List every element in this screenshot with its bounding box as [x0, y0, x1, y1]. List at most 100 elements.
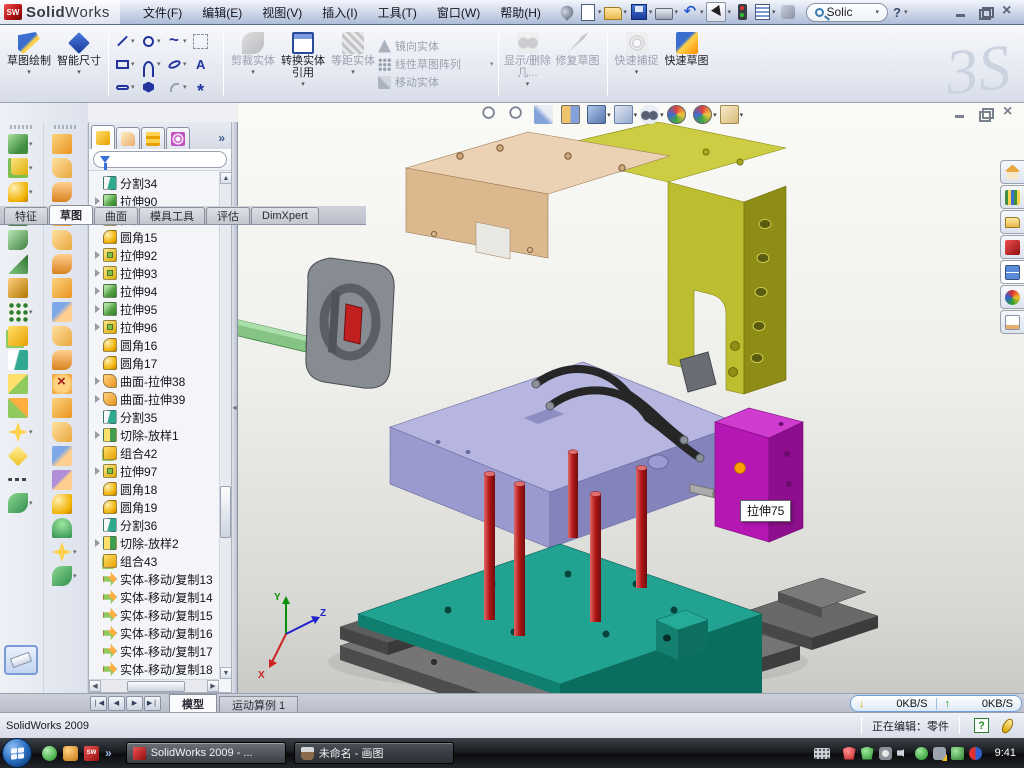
- view-tool-dropdown-icon[interactable]: [634, 111, 638, 119]
- sketch-entity-button[interactable]: [193, 76, 217, 99]
- menu-item[interactable]: 工具(T): [369, 1, 426, 24]
- tree-item[interactable]: 分割34: [89, 174, 219, 192]
- view-tool-button[interactable]: [640, 105, 664, 124]
- expand-arrow-icon[interactable]: [95, 395, 100, 403]
- pin-icon[interactable]: [558, 3, 576, 21]
- entity-dropdown-icon[interactable]: [157, 60, 161, 68]
- tree-horizontal-scrollbar[interactable]: ◀ ▶: [89, 679, 219, 692]
- tab-configuration-manager[interactable]: [141, 127, 165, 149]
- tree-item[interactable]: 实体-移动/复制17: [89, 642, 219, 660]
- surface-tool-button[interactable]: [50, 229, 81, 251]
- tree-item[interactable]: 实体-移动/复制16: [89, 624, 219, 642]
- sketch-entity-button[interactable]: [193, 30, 217, 53]
- save-icon[interactable]: [631, 4, 647, 20]
- tree-item[interactable]: 拉伸97: [89, 462, 219, 480]
- entity-dropdown-icon[interactable]: [157, 37, 161, 45]
- feature-tool-button[interactable]: [6, 373, 37, 395]
- restore-button[interactable]: [976, 5, 993, 20]
- sketch-entity-button[interactable]: [141, 30, 165, 53]
- study-tab[interactable]: 运动算例 1: [219, 696, 298, 712]
- menu-item[interactable]: 视图(V): [253, 1, 311, 24]
- surface-tool-button[interactable]: [50, 445, 81, 467]
- expand-arrow-icon[interactable]: [95, 467, 100, 475]
- expand-arrow-icon[interactable]: [95, 377, 100, 385]
- tab-toolbox[interactable]: [1000, 235, 1024, 259]
- tab-property-manager[interactable]: [116, 127, 140, 149]
- tray-antivirus-icon[interactable]: [843, 747, 856, 760]
- convert-entities-button[interactable]: 转换实体引用: [278, 28, 328, 100]
- tree-item[interactable]: 分割36: [89, 516, 219, 534]
- keyboard-layout-icon[interactable]: [814, 748, 830, 759]
- new-document-icon[interactable]: [581, 4, 595, 21]
- tray-msn-icon[interactable]: [969, 747, 982, 760]
- tray-network-warning-icon[interactable]: [933, 747, 946, 760]
- taskbar-window-button[interactable]: 未命名 - 画图: [294, 742, 454, 764]
- tree-item[interactable]: 分割35: [89, 408, 219, 426]
- surface-tool-button[interactable]: [50, 253, 81, 275]
- close-button[interactable]: [999, 5, 1016, 20]
- taskbar-window-button[interactable]: SolidWorks 2009 - ...: [126, 742, 286, 764]
- tab-feature-manager[interactable]: [91, 125, 115, 149]
- quick-launch-solidworks-icon[interactable]: SW: [84, 746, 99, 761]
- tray-update-icon[interactable]: [879, 747, 892, 760]
- open-dropdown-icon[interactable]: [623, 8, 627, 16]
- surface-tool-button[interactable]: [50, 301, 81, 323]
- surface-tool-button[interactable]: [50, 181, 81, 203]
- tree-item[interactable]: 圆角16: [89, 336, 219, 354]
- quick-launch-app-icon[interactable]: [63, 746, 78, 761]
- help-dropdown-icon[interactable]: [904, 8, 908, 16]
- tool-dropdown-icon[interactable]: [73, 548, 79, 556]
- menu-item[interactable]: 文件(F): [134, 1, 191, 24]
- view-tool-button[interactable]: [508, 105, 532, 124]
- view-tool-button[interactable]: [667, 105, 691, 124]
- view-tool-dropdown-icon[interactable]: [660, 111, 664, 119]
- instant3d-button[interactable]: [4, 645, 38, 675]
- tray-messenger-icon[interactable]: [915, 747, 928, 760]
- select-dropdown-icon[interactable]: [727, 8, 731, 16]
- entity-dropdown-icon[interactable]: [183, 60, 187, 68]
- select-arrow-icon[interactable]: [706, 2, 726, 22]
- tree-item[interactable]: 实体-移动/复制15: [89, 606, 219, 624]
- previous-study-button[interactable]: [108, 696, 125, 711]
- feature-tool-button[interactable]: [6, 325, 37, 347]
- surface-tool-button[interactable]: [50, 421, 81, 443]
- print-dropdown-icon[interactable]: [674, 8, 678, 16]
- graphics-viewport[interactable]: Y Z X 拉伸75: [238, 103, 1024, 693]
- horizontal-scroll-thumb[interactable]: [127, 681, 185, 692]
- view-tool-button[interactable]: [481, 105, 505, 124]
- minimize-button[interactable]: [953, 5, 970, 20]
- feature-tool-button[interactable]: [6, 492, 37, 514]
- rebuild-icon[interactable]: [738, 4, 747, 20]
- surface-tool-button[interactable]: [50, 541, 81, 563]
- tree-item[interactable]: 实体-移动/复制18: [89, 660, 219, 678]
- expand-arrow-icon[interactable]: [95, 539, 100, 547]
- expand-arrow-icon[interactable]: [95, 251, 100, 259]
- surface-tool-button[interactable]: [50, 493, 81, 515]
- feature-tool-button[interactable]: [6, 253, 37, 275]
- tray-volume-icon[interactable]: [897, 747, 910, 760]
- expand-arrow-icon[interactable]: [95, 197, 100, 205]
- tree-item[interactable]: 拉伸93: [89, 264, 219, 282]
- quick-launch-messenger-icon[interactable]: [42, 746, 57, 761]
- tree-item[interactable]: 拉伸95: [89, 300, 219, 318]
- ejector-rod-part[interactable]: [238, 318, 306, 352]
- insert-block-part[interactable]: [306, 258, 394, 388]
- tree-item[interactable]: 实体-移动/复制13: [89, 570, 219, 588]
- convert-dropdown-icon[interactable]: [301, 80, 305, 88]
- feature-tool-button[interactable]: [6, 157, 37, 179]
- tool-dropdown-icon[interactable]: [29, 308, 35, 316]
- appearance-icon[interactable]: [781, 5, 795, 19]
- tab-dimxpert-manager[interactable]: [166, 127, 190, 149]
- tree-item[interactable]: 拉伸94: [89, 282, 219, 300]
- feature-tool-button[interactable]: [6, 397, 37, 419]
- tree-item[interactable]: 实体-移动/复制14: [89, 588, 219, 606]
- quick-launch-more-icon[interactable]: [105, 746, 112, 760]
- tree-filter-input[interactable]: [93, 151, 227, 168]
- open-icon[interactable]: [604, 7, 622, 20]
- expand-arrow-icon[interactable]: [95, 305, 100, 313]
- tree-item[interactable]: 圆角19: [89, 498, 219, 516]
- tree-item[interactable]: 曲面-拉伸38: [89, 372, 219, 390]
- doc-restore-button[interactable]: [977, 107, 992, 120]
- tree-item[interactable]: 组合42: [89, 444, 219, 462]
- tree-item[interactable]: 圆角17: [89, 354, 219, 372]
